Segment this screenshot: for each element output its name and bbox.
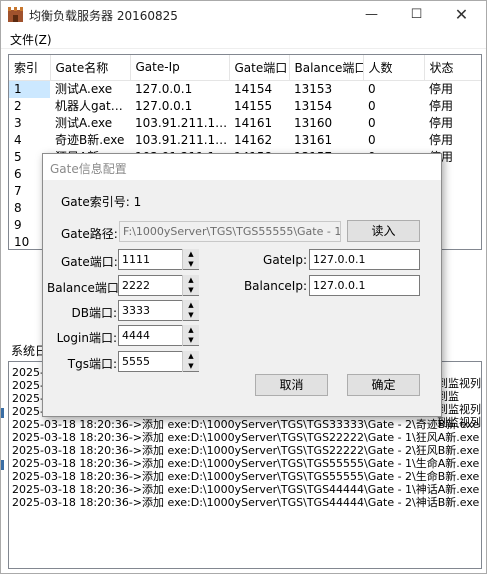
spin-up-icon[interactable]: ▲ — [183, 325, 199, 335]
table-cell: 1 — [9, 80, 50, 98]
table-row[interactable]: 2 机器人gate.exe 127.0.0.1 14155 13154 0 停用 — [9, 98, 481, 115]
maximize-button[interactable]: ☐ — [394, 1, 439, 29]
log-marker — [1, 460, 4, 470]
spin-down-icon[interactable]: ▼ — [183, 335, 199, 345]
table-cell: 103.91.211.132 — [135, 132, 229, 147]
tgs-port-label: Tgs端口: — [67, 357, 117, 371]
gate-path-field[interactable]: F:\1000yServer\TGS\TGS55555\Gate - 1\测i — [119, 221, 341, 242]
gate-path-label: Gate路径: — [61, 227, 118, 241]
table-row[interactable]: 3 测试A.exe 103.91.211.132 14161 13160 0 停用 — [9, 115, 481, 132]
title-bar: 均衡负载服务器 20160825 — ☐ ✕ — [1, 1, 486, 29]
table-cell: 127.0.0.1 — [135, 98, 193, 113]
table-cell: 3 — [14, 115, 22, 130]
window-title: 均衡负载服务器 20160825 — [29, 9, 178, 23]
table-cell: 13153 — [294, 81, 333, 96]
table-cell: 14161 — [234, 115, 273, 130]
table-cell: 测试A.exe — [55, 115, 113, 130]
balance-port-stepper[interactable]: ▲ ▼ — [182, 275, 199, 296]
table-cell: 0 — [368, 132, 376, 147]
table-cell: 103.91.211.132 — [135, 115, 229, 130]
maximize-icon: ☐ — [410, 7, 423, 22]
spin-up-icon[interactable]: ▲ — [183, 249, 199, 259]
table-cell: 14154 — [234, 81, 273, 96]
log-line: 2025-03-18 18:20:36->添加 exe:D:\1000yServ… — [12, 457, 482, 470]
table-row[interactable]: 1 测试A.exe 127.0.0.1 14154 13153 0 停用 — [9, 80, 481, 98]
table-cell: 13154 — [294, 98, 333, 113]
menu-file[interactable]: 文件(Z) — [10, 31, 52, 48]
log-line-fragment: 到监视列 — [437, 403, 481, 416]
table-cell: 机器人gate.exe — [55, 98, 130, 113]
spin-up-icon[interactable]: ▲ — [183, 300, 199, 310]
column-header[interactable]: Gate-Ip — [130, 55, 230, 81]
db-port-stepper[interactable]: ▲ ▼ — [182, 300, 199, 321]
dialog-title-bar: Gate信息配置 — [43, 154, 441, 180]
table-cell: 停用 — [429, 115, 454, 130]
table-cell: 停用 — [429, 132, 454, 147]
table-cell: 停用 — [429, 98, 454, 113]
log-line-fragment: 到监视列 — [437, 377, 481, 390]
close-button[interactable]: ✕ — [439, 1, 484, 29]
menu-bar: 文件(Z) — [1, 29, 486, 49]
table-cell: 13161 — [294, 132, 333, 147]
column-header[interactable]: 索引 — [9, 55, 51, 81]
table-cell: 测试A.exe — [55, 81, 113, 96]
table-cell: 127.0.0.1 — [135, 81, 193, 96]
table-cell: 14155 — [234, 98, 273, 113]
column-header[interactable]: Gate端口 — [229, 55, 290, 81]
table-cell: 奇迹B新.exe — [55, 132, 125, 147]
close-icon: ✕ — [454, 5, 469, 24]
balance-ip-field[interactable]: 127.0.0.1 — [309, 275, 420, 296]
app-castle-icon — [8, 7, 23, 22]
balance-ip-label: BalanceIp: — [243, 279, 307, 293]
dialog-title: Gate信息配置 — [50, 162, 127, 176]
column-header[interactable]: 状态 — [424, 55, 481, 81]
log-line: 2025-03-18 18:20:36->添加 exe:D:\1000yServ… — [12, 470, 482, 483]
gate-ip-label: GateIp: — [263, 253, 307, 267]
table-cell: 13160 — [294, 115, 333, 130]
login-port-stepper[interactable]: ▲ ▼ — [182, 325, 199, 346]
spin-up-icon[interactable]: ▲ — [183, 275, 199, 285]
spin-down-icon[interactable]: ▼ — [183, 361, 199, 371]
table-row[interactable]: 4 奇迹B新.exe 103.91.211.132 14162 13161 0 停用 — [9, 132, 481, 149]
gate-ip-field[interactable]: 127.0.0.1 — [309, 249, 420, 270]
table-header: 索引 Gate名称 Gate-Ip Gate端口 Balance端口 人数 状态 — [9, 55, 481, 81]
db-port-label: DB端口: — [71, 306, 117, 320]
log-line: 2025-03-18 18:20:36->添加 exe:D:\1000yServ… — [12, 444, 482, 457]
log-line: 2025-03-18 18:20:36->添加 exe:D:\1000yServ… — [12, 483, 482, 496]
gate-port-stepper[interactable]: ▲ ▼ — [182, 249, 199, 270]
log-line: 2025-03-18 18:20:36->添加 exe:D:\1000yServ… — [12, 418, 482, 431]
log-line: 2025-03-18 18:20:36->添加 exe:D:\1000yServ… — [12, 496, 482, 509]
spin-down-icon[interactable]: ▼ — [183, 259, 199, 269]
spin-up-icon[interactable]: ▲ — [183, 351, 199, 361]
spin-down-icon[interactable]: ▼ — [183, 310, 199, 320]
table-cell: 14162 — [234, 132, 273, 147]
cancel-button[interactable]: 取消 — [255, 374, 328, 396]
column-header[interactable]: 人数 — [363, 55, 425, 81]
balance-port-label: Balance端口: — [47, 281, 123, 295]
column-header[interactable]: Balance端口 — [289, 55, 364, 81]
log-line: 2025-03-18 18:20:36->添加 exe:D:\1000yServ… — [12, 431, 482, 444]
table-cell: 2 — [14, 98, 22, 113]
login-port-label: Login端口: — [56, 331, 117, 345]
tgs-port-stepper[interactable]: ▲ ▼ — [182, 351, 199, 372]
read-button[interactable]: 读入 — [347, 220, 420, 242]
table-cell: 0 — [368, 81, 376, 96]
table-cell: 0 — [368, 115, 376, 130]
table-cell: 停用 — [429, 81, 454, 96]
ok-button[interactable]: 确定 — [347, 374, 420, 396]
gate-index-label: Gate索引号: 1 — [61, 195, 142, 209]
table-cell: 0 — [368, 98, 376, 113]
minimize-button[interactable]: — — [349, 1, 394, 29]
log-marker — [1, 408, 4, 418]
gate-port-label: Gate端口: — [61, 255, 118, 269]
spin-down-icon[interactable]: ▼ — [183, 285, 199, 295]
column-header[interactable]: Gate名称 — [50, 55, 131, 81]
minimize-icon: — — [365, 7, 378, 22]
gate-config-dialog: Gate信息配置 Gate索引号: 1 Gate路径: F:\1000yServ… — [42, 153, 442, 417]
log-line-fragment: 到监视列 — [437, 416, 481, 429]
table-cell: 4 — [14, 132, 22, 147]
